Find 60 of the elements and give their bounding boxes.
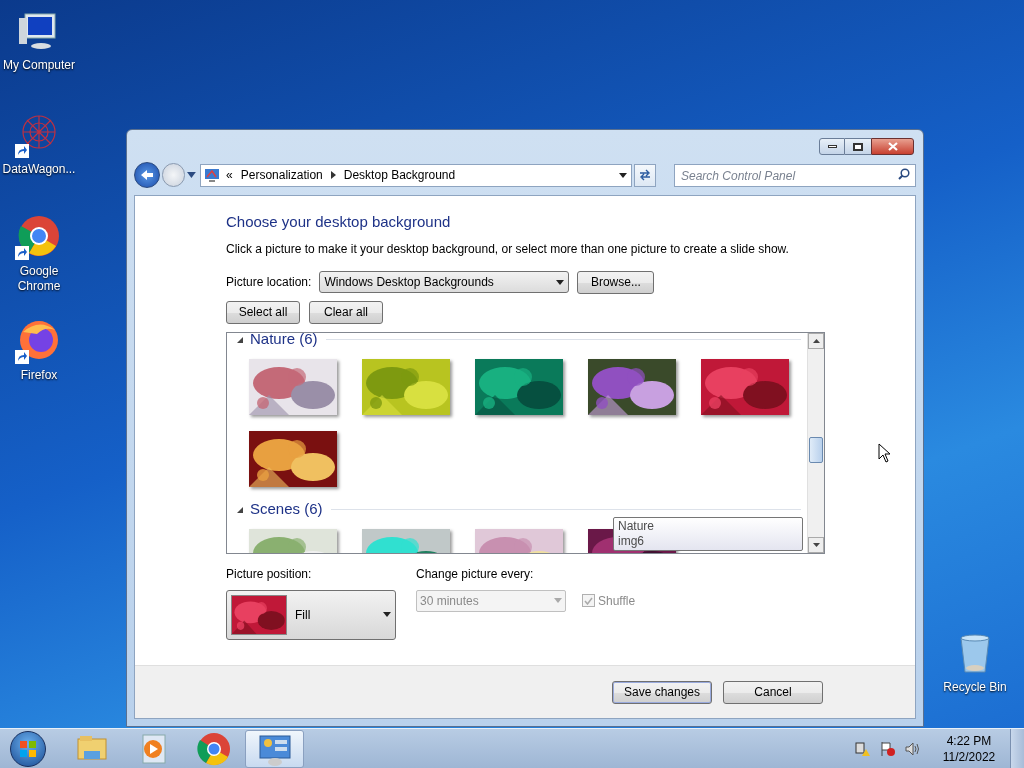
- dropdown-arrow-icon: [554, 598, 562, 603]
- speaker-icon[interactable]: [904, 740, 920, 757]
- checkmark-icon: [584, 596, 593, 605]
- position-dropdown[interactable]: Fill: [226, 589, 396, 640]
- taskbar-button[interactable]: [245, 729, 304, 768]
- scrollbar-thumb[interactable]: [809, 436, 823, 463]
- save-button[interactable]: Save changes: [612, 680, 712, 704]
- field-label: Picture location:: [226, 274, 312, 291]
- collapse-triangle-icon[interactable]: [237, 336, 243, 343]
- chrome-icon: [195, 730, 232, 767]
- address-bar[interactable]: « Personalization Desktop Background: [200, 163, 633, 187]
- tooltip-line: Nature: [618, 518, 656, 534]
- refresh-icon: [638, 169, 653, 181]
- scroll-up-icon[interactable]: [812, 338, 820, 343]
- clear-all-button[interactable]: Clear all: [309, 300, 383, 324]
- close-icon: [887, 142, 898, 151]
- group-heading[interactable]: Scenes (6): [250, 498, 323, 521]
- back-arrow-icon: [139, 169, 154, 181]
- network-warning-icon[interactable]: [854, 740, 870, 757]
- dropdown-arrow-icon: [556, 279, 565, 285]
- icon-label: Firefox: [20, 368, 58, 383]
- icon-label: Recycle Bin: [943, 680, 1007, 695]
- tooltip-line: img6: [618, 533, 645, 549]
- windows-logo-icon: [19, 739, 37, 758]
- field-label: Change picture every:: [416, 565, 535, 583]
- minimize-button[interactable]: [819, 138, 845, 155]
- scroll-down-icon[interactable]: [812, 542, 820, 547]
- page-heading: Choose your desktop background: [226, 212, 452, 232]
- close-button[interactable]: [871, 138, 914, 155]
- breadcrumb[interactable]: Personalization: [240, 166, 323, 184]
- search-icon: [898, 167, 910, 180]
- mouse-cursor-icon: [878, 443, 891, 463]
- search-field[interactable]: Search Control Panel: [674, 164, 916, 188]
- group-heading[interactable]: Nature (6): [250, 332, 318, 351]
- history-dropdown-icon[interactable]: [187, 172, 197, 178]
- field-label: Picture position:: [226, 565, 313, 583]
- control-panel-icon: [204, 167, 221, 183]
- page-description: Click a picture to make it your desktop background, or select more than one picture to create a slide show.: [226, 240, 790, 258]
- clock-time[interactable]: 4:22 PM: [946, 732, 992, 749]
- icon-label: Google Chrome: [16, 264, 62, 294]
- breadcrumb[interactable]: Desktop Background: [343, 166, 456, 184]
- start-button[interactable]: [10, 730, 46, 767]
- clock-date[interactable]: 11/2/2022: [942, 748, 996, 765]
- back-button[interactable]: [134, 162, 160, 188]
- location-dropdown[interactable]: Windows Desktop Backgrounds: [319, 271, 570, 293]
- refresh-button[interactable]: [634, 163, 656, 187]
- icon-label: My Computer: [3, 58, 75, 73]
- breadcrumb-separator-icon[interactable]: [330, 171, 336, 179]
- browse-button[interactable]: Browse...: [577, 270, 655, 294]
- flag-error-icon[interactable]: [880, 740, 896, 757]
- maximize-button[interactable]: [845, 138, 871, 155]
- scrollbar[interactable]: [807, 332, 824, 553]
- dropdown-arrow-icon: [619, 172, 628, 178]
- cancel-button[interactable]: Cancel: [723, 680, 823, 704]
- dropdown-arrow-icon: [383, 612, 391, 617]
- overflow-chevron[interactable]: «: [226, 166, 233, 184]
- icon-label: DataWagon...: [2, 162, 76, 177]
- show-desktop-button[interactable]: [1010, 728, 1024, 768]
- collapse-triangle-icon[interactable]: [237, 506, 243, 513]
- select-all-button[interactable]: Select all: [226, 300, 300, 324]
